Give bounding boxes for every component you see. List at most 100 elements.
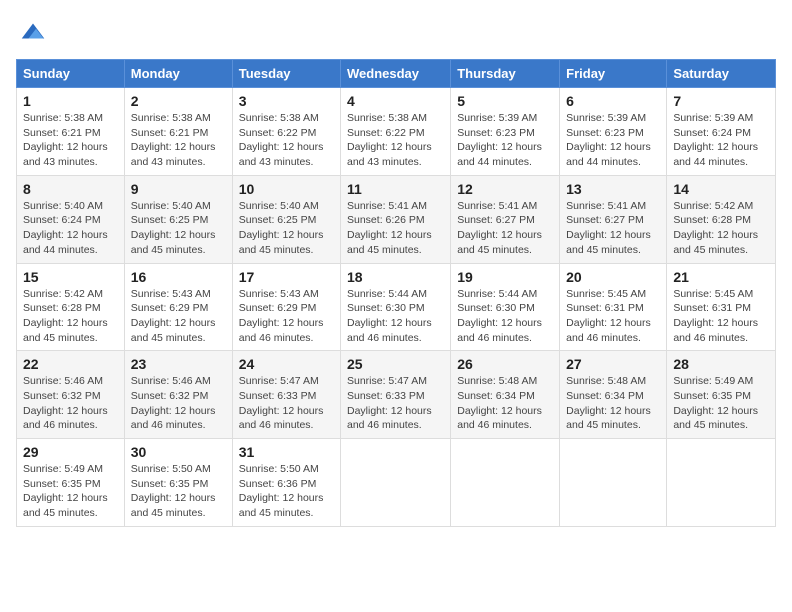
- day-info: Sunrise: 5:44 AMSunset: 6:30 PMDaylight:…: [457, 288, 542, 344]
- calendar-cell: 14 Sunrise: 5:42 AMSunset: 6:28 PMDaylig…: [667, 175, 776, 263]
- day-info: Sunrise: 5:39 AMSunset: 6:23 PMDaylight:…: [457, 112, 542, 168]
- calendar-week-row: 29 Sunrise: 5:49 AMSunset: 6:35 PMDaylig…: [17, 439, 776, 527]
- day-number: 13: [566, 181, 660, 197]
- calendar-cell: 6 Sunrise: 5:39 AMSunset: 6:23 PMDayligh…: [560, 88, 667, 176]
- day-info: Sunrise: 5:40 AMSunset: 6:24 PMDaylight:…: [23, 200, 108, 256]
- calendar-cell: 30 Sunrise: 5:50 AMSunset: 6:35 PMDaylig…: [124, 439, 232, 527]
- day-info: Sunrise: 5:38 AMSunset: 6:21 PMDaylight:…: [131, 112, 216, 168]
- weekday-header-saturday: Saturday: [667, 60, 776, 88]
- weekday-header-monday: Monday: [124, 60, 232, 88]
- day-info: Sunrise: 5:42 AMSunset: 6:28 PMDaylight:…: [673, 200, 758, 256]
- calendar-cell: 19 Sunrise: 5:44 AMSunset: 6:30 PMDaylig…: [451, 263, 560, 351]
- calendar-cell: 22 Sunrise: 5:46 AMSunset: 6:32 PMDaylig…: [17, 351, 125, 439]
- calendar-cell: 20 Sunrise: 5:45 AMSunset: 6:31 PMDaylig…: [560, 263, 667, 351]
- calendar-cell: 17 Sunrise: 5:43 AMSunset: 6:29 PMDaylig…: [232, 263, 340, 351]
- calendar-cell: 13 Sunrise: 5:41 AMSunset: 6:27 PMDaylig…: [560, 175, 667, 263]
- calendar-cell: 15 Sunrise: 5:42 AMSunset: 6:28 PMDaylig…: [17, 263, 125, 351]
- calendar-cell: 7 Sunrise: 5:39 AMSunset: 6:24 PMDayligh…: [667, 88, 776, 176]
- calendar-cell: [451, 439, 560, 527]
- day-info: Sunrise: 5:39 AMSunset: 6:24 PMDaylight:…: [673, 112, 758, 168]
- day-number: 9: [131, 181, 226, 197]
- day-number: 5: [457, 93, 553, 109]
- calendar-cell: 31 Sunrise: 5:50 AMSunset: 6:36 PMDaylig…: [232, 439, 340, 527]
- day-number: 21: [673, 269, 769, 285]
- calendar-cell: 25 Sunrise: 5:47 AMSunset: 6:33 PMDaylig…: [341, 351, 451, 439]
- day-number: 7: [673, 93, 769, 109]
- day-info: Sunrise: 5:47 AMSunset: 6:33 PMDaylight:…: [239, 375, 324, 431]
- logo: [16, 16, 48, 51]
- day-number: 4: [347, 93, 444, 109]
- calendar-cell: 2 Sunrise: 5:38 AMSunset: 6:21 PMDayligh…: [124, 88, 232, 176]
- day-number: 25: [347, 356, 444, 372]
- calendar-cell: [667, 439, 776, 527]
- day-info: Sunrise: 5:41 AMSunset: 6:27 PMDaylight:…: [457, 200, 542, 256]
- calendar-cell: 29 Sunrise: 5:49 AMSunset: 6:35 PMDaylig…: [17, 439, 125, 527]
- day-number: 19: [457, 269, 553, 285]
- day-info: Sunrise: 5:41 AMSunset: 6:27 PMDaylight:…: [566, 200, 651, 256]
- day-number: 17: [239, 269, 334, 285]
- calendar-cell: 5 Sunrise: 5:39 AMSunset: 6:23 PMDayligh…: [451, 88, 560, 176]
- day-number: 18: [347, 269, 444, 285]
- day-info: Sunrise: 5:41 AMSunset: 6:26 PMDaylight:…: [347, 200, 432, 256]
- calendar-cell: 27 Sunrise: 5:48 AMSunset: 6:34 PMDaylig…: [560, 351, 667, 439]
- calendar-cell: 26 Sunrise: 5:48 AMSunset: 6:34 PMDaylig…: [451, 351, 560, 439]
- day-number: 31: [239, 444, 334, 460]
- day-info: Sunrise: 5:50 AMSunset: 6:36 PMDaylight:…: [239, 463, 324, 519]
- calendar-cell: 3 Sunrise: 5:38 AMSunset: 6:22 PMDayligh…: [232, 88, 340, 176]
- calendar-week-row: 8 Sunrise: 5:40 AMSunset: 6:24 PMDayligh…: [17, 175, 776, 263]
- day-info: Sunrise: 5:45 AMSunset: 6:31 PMDaylight:…: [673, 288, 758, 344]
- day-info: Sunrise: 5:46 AMSunset: 6:32 PMDaylight:…: [131, 375, 216, 431]
- day-number: 24: [239, 356, 334, 372]
- weekday-header-row: SundayMondayTuesdayWednesdayThursdayFrid…: [17, 60, 776, 88]
- day-number: 22: [23, 356, 118, 372]
- calendar-cell: 28 Sunrise: 5:49 AMSunset: 6:35 PMDaylig…: [667, 351, 776, 439]
- day-number: 8: [23, 181, 118, 197]
- day-number: 11: [347, 181, 444, 197]
- weekday-header-wednesday: Wednesday: [341, 60, 451, 88]
- calendar-cell: 21 Sunrise: 5:45 AMSunset: 6:31 PMDaylig…: [667, 263, 776, 351]
- calendar-cell: 10 Sunrise: 5:40 AMSunset: 6:25 PMDaylig…: [232, 175, 340, 263]
- calendar-week-row: 1 Sunrise: 5:38 AMSunset: 6:21 PMDayligh…: [17, 88, 776, 176]
- weekday-header-thursday: Thursday: [451, 60, 560, 88]
- day-number: 29: [23, 444, 118, 460]
- calendar-cell: 16 Sunrise: 5:43 AMSunset: 6:29 PMDaylig…: [124, 263, 232, 351]
- calendar-cell: 8 Sunrise: 5:40 AMSunset: 6:24 PMDayligh…: [17, 175, 125, 263]
- day-info: Sunrise: 5:50 AMSunset: 6:35 PMDaylight:…: [131, 463, 216, 519]
- calendar-cell: [560, 439, 667, 527]
- day-info: Sunrise: 5:46 AMSunset: 6:32 PMDaylight:…: [23, 375, 108, 431]
- day-number: 20: [566, 269, 660, 285]
- calendar-cell: 24 Sunrise: 5:47 AMSunset: 6:33 PMDaylig…: [232, 351, 340, 439]
- day-number: 1: [23, 93, 118, 109]
- calendar-week-row: 22 Sunrise: 5:46 AMSunset: 6:32 PMDaylig…: [17, 351, 776, 439]
- day-info: Sunrise: 5:43 AMSunset: 6:29 PMDaylight:…: [131, 288, 216, 344]
- day-info: Sunrise: 5:49 AMSunset: 6:35 PMDaylight:…: [23, 463, 108, 519]
- day-number: 14: [673, 181, 769, 197]
- weekday-header-sunday: Sunday: [17, 60, 125, 88]
- day-info: Sunrise: 5:40 AMSunset: 6:25 PMDaylight:…: [239, 200, 324, 256]
- day-info: Sunrise: 5:40 AMSunset: 6:25 PMDaylight:…: [131, 200, 216, 256]
- calendar-cell: 11 Sunrise: 5:41 AMSunset: 6:26 PMDaylig…: [341, 175, 451, 263]
- day-info: Sunrise: 5:48 AMSunset: 6:34 PMDaylight:…: [566, 375, 651, 431]
- calendar-cell: 23 Sunrise: 5:46 AMSunset: 6:32 PMDaylig…: [124, 351, 232, 439]
- calendar-table: SundayMondayTuesdayWednesdayThursdayFrid…: [16, 59, 776, 527]
- weekday-header-friday: Friday: [560, 60, 667, 88]
- day-number: 30: [131, 444, 226, 460]
- day-number: 6: [566, 93, 660, 109]
- calendar-cell: 18 Sunrise: 5:44 AMSunset: 6:30 PMDaylig…: [341, 263, 451, 351]
- calendar-cell: 9 Sunrise: 5:40 AMSunset: 6:25 PMDayligh…: [124, 175, 232, 263]
- day-number: 27: [566, 356, 660, 372]
- day-info: Sunrise: 5:49 AMSunset: 6:35 PMDaylight:…: [673, 375, 758, 431]
- day-info: Sunrise: 5:44 AMSunset: 6:30 PMDaylight:…: [347, 288, 432, 344]
- day-info: Sunrise: 5:45 AMSunset: 6:31 PMDaylight:…: [566, 288, 651, 344]
- day-number: 12: [457, 181, 553, 197]
- weekday-header-tuesday: Tuesday: [232, 60, 340, 88]
- day-number: 2: [131, 93, 226, 109]
- calendar-cell: 4 Sunrise: 5:38 AMSunset: 6:22 PMDayligh…: [341, 88, 451, 176]
- day-number: 23: [131, 356, 226, 372]
- day-number: 15: [23, 269, 118, 285]
- calendar-cell: 1 Sunrise: 5:38 AMSunset: 6:21 PMDayligh…: [17, 88, 125, 176]
- page-header: [16, 16, 776, 51]
- calendar-cell: [341, 439, 451, 527]
- day-info: Sunrise: 5:43 AMSunset: 6:29 PMDaylight:…: [239, 288, 324, 344]
- day-info: Sunrise: 5:47 AMSunset: 6:33 PMDaylight:…: [347, 375, 432, 431]
